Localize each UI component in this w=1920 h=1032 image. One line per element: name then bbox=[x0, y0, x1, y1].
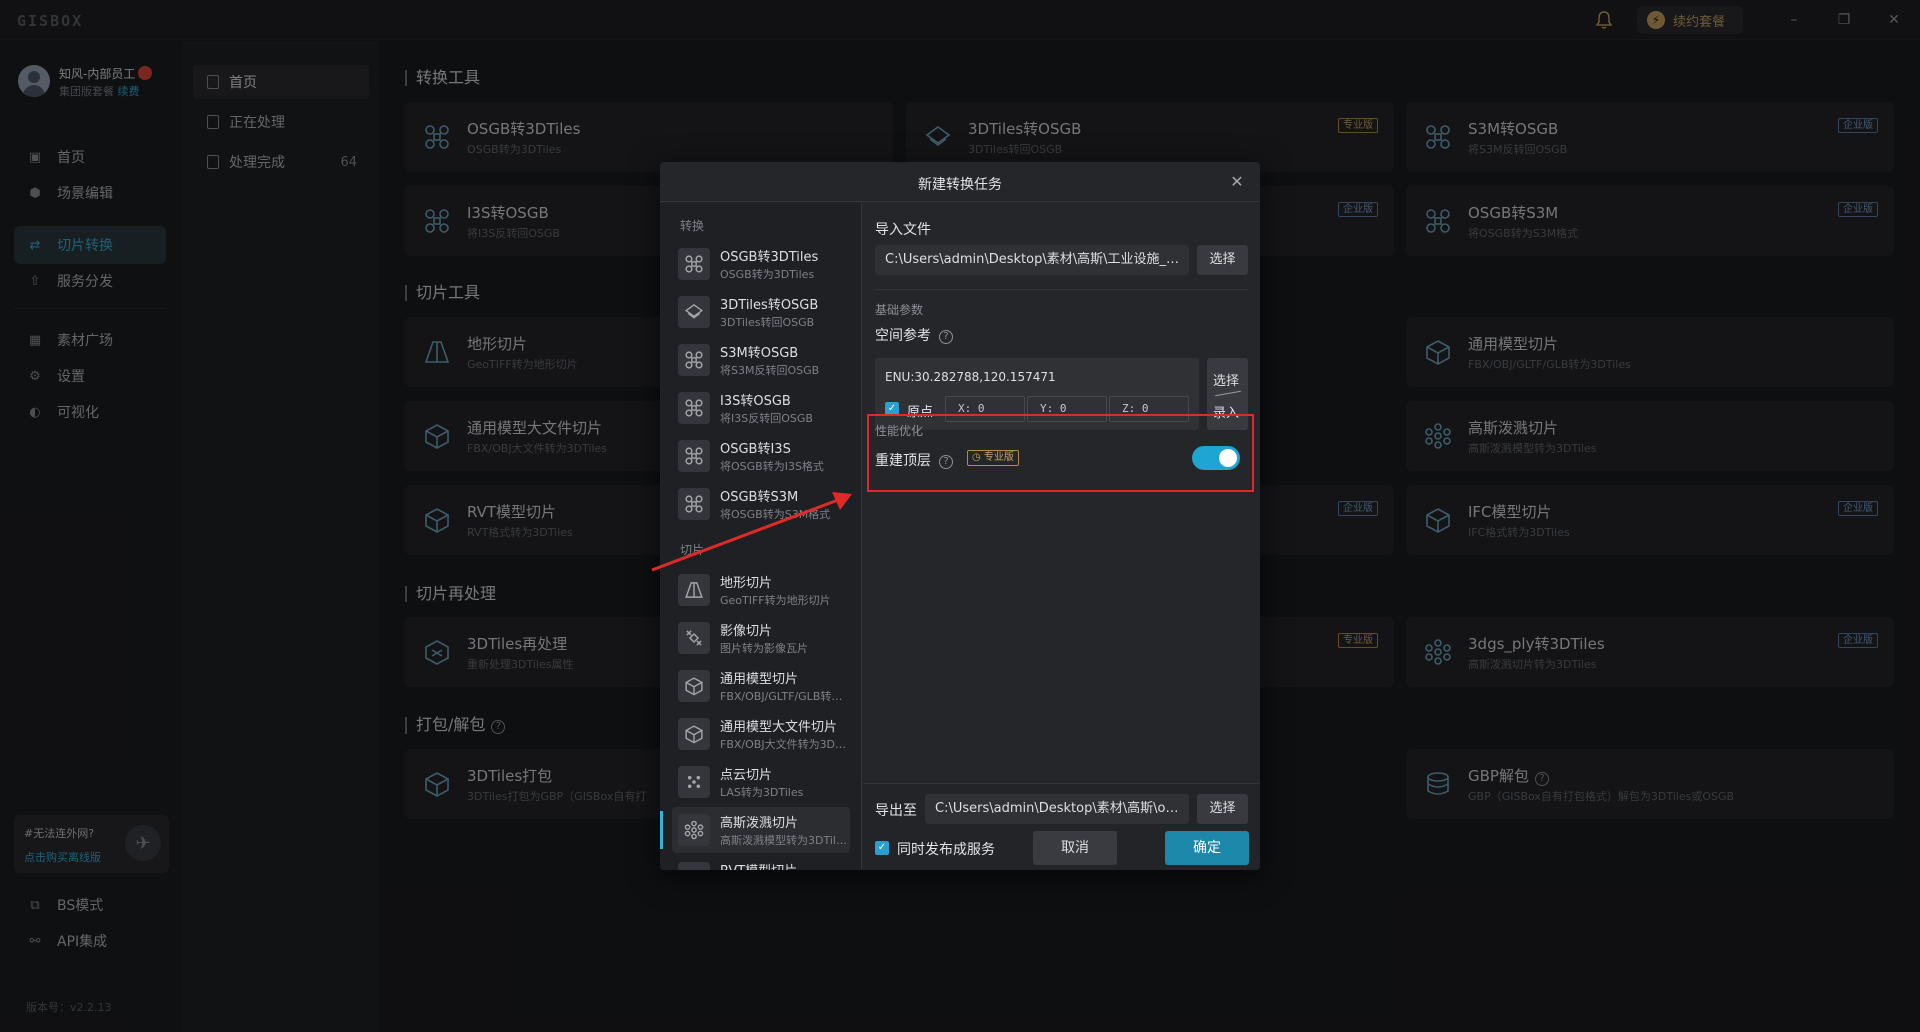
list-item-title: OSGB转I3S bbox=[720, 442, 791, 457]
import-label: 导入文件 bbox=[875, 222, 931, 238]
rebuild-top-label: 重建顶层? bbox=[875, 450, 953, 470]
export-select-button[interactable]: 选择 bbox=[1197, 794, 1248, 824]
list-item-subtitle: GeoTIFF转为地形切片 bbox=[720, 594, 831, 607]
group-label: 切片 bbox=[680, 543, 705, 557]
list-item-title: 高斯泼溅切片 bbox=[720, 816, 799, 831]
cancel-button[interactable]: 取消 bbox=[1033, 831, 1117, 865]
divider bbox=[875, 289, 1248, 290]
pro-badge: ◷ 专业版 bbox=[967, 450, 1019, 466]
dialog-footer: 导出至 C:\Users\admin\Desktop\素材\高斯\out... … bbox=[863, 783, 1260, 870]
drone-icon bbox=[678, 392, 710, 424]
dialog-header: 新建转换任务 ✕ bbox=[660, 162, 1260, 202]
list-item[interactable]: OSGB转3DTiles OSGB转为3DTiles bbox=[672, 241, 850, 287]
satellite-icon bbox=[678, 622, 710, 654]
rebuild-top-text: 重建顶层 bbox=[875, 453, 931, 469]
drone-icon bbox=[678, 488, 710, 520]
list-item-title: I3S转OSGB bbox=[720, 394, 791, 409]
drone-icon bbox=[678, 440, 710, 472]
list-item-subtitle: LAS转为3DTiles bbox=[720, 786, 804, 799]
group-label: 转换 bbox=[680, 219, 705, 233]
list-item-subtitle: 高斯泼溅模型转为3DTiles bbox=[720, 834, 848, 847]
gaussian-icon bbox=[678, 814, 710, 846]
box-icon bbox=[678, 670, 710, 702]
export-label: 导出至 bbox=[875, 803, 917, 819]
list-item-subtitle: FBX/OBJ大文件转为3DTiles bbox=[720, 738, 848, 751]
list-item[interactable]: 3DTiles转OSGB 3DTiles转回OSGB bbox=[672, 289, 850, 335]
drone-icon bbox=[678, 344, 710, 376]
confirm-button[interactable]: 确定 bbox=[1165, 831, 1249, 865]
spatial-ref-label: 空间参考? bbox=[875, 325, 953, 345]
pro-badge-text: 专业版 bbox=[983, 452, 1014, 463]
help-icon[interactable]: ? bbox=[939, 455, 953, 469]
perf-label: 性能优化 bbox=[875, 424, 924, 438]
box-icon bbox=[678, 718, 710, 750]
publish-label: 同时发布成服务 bbox=[897, 842, 995, 858]
list-item-title: S3M转OSGB bbox=[720, 346, 799, 361]
export-path-input[interactable]: C:\Users\admin\Desktop\素材\高斯\out... bbox=[925, 794, 1189, 824]
select-text: 选择 bbox=[1213, 374, 1240, 389]
new-task-dialog: 新建转换任务 ✕ 转换 OSGB转3DTiles OSGB转为3DTiles 3… bbox=[660, 162, 1260, 870]
layers-icon bbox=[678, 296, 710, 328]
list-item-title: 通用模型切片 bbox=[720, 672, 799, 687]
list-item[interactable]: 影像切片 图片转为影像瓦片 bbox=[672, 615, 850, 661]
drone-icon bbox=[678, 248, 710, 280]
slash-divider bbox=[1215, 390, 1241, 397]
list-item[interactable]: OSGB转I3S 将OSGB转为I3S格式 bbox=[672, 433, 850, 479]
list-item[interactable]: OSGB转S3M 将OSGB转为S3M格式 bbox=[672, 481, 850, 527]
dialog-title: 新建转换任务 bbox=[918, 177, 1002, 193]
list-item-subtitle: 将S3M反转回OSGB bbox=[720, 364, 820, 377]
selected-indicator bbox=[660, 811, 663, 849]
app-window: GISBOX ⚡ 续约套餐 – ❐ ✕ 知风-内部员工 集团版套餐 续费 ▣ 首页… bbox=[0, 0, 1920, 1032]
list-item-title: 地形切片 bbox=[720, 576, 773, 591]
list-item-subtitle: OSGB转为3DTiles bbox=[720, 268, 815, 281]
highlight-box: 性能优化 重建顶层? ◷ 专业版 bbox=[867, 414, 1254, 492]
clock-icon: ◷ bbox=[972, 452, 981, 463]
list-item-title: 通用模型大文件切片 bbox=[720, 720, 838, 735]
list-item-subtitle: 将OSGB转为S3M格式 bbox=[720, 508, 831, 521]
list-item[interactable]: 通用模型切片 FBX/OBJ/GLTF/GLB转为3DTiles bbox=[672, 663, 850, 709]
list-item-subtitle: 3DTiles转回OSGB bbox=[720, 316, 815, 329]
box-icon bbox=[678, 862, 710, 870]
import-path-input[interactable]: C:\Users\admin\Desktop\素材\高斯\工业设施_1... bbox=[875, 245, 1189, 275]
list-item-title: RVT模型切片 bbox=[720, 860, 797, 870]
enu-value: ENU:30.282788,120.157471 bbox=[885, 370, 1056, 384]
list-item-subtitle: 图片转为影像瓦片 bbox=[720, 642, 808, 655]
point-cloud-icon bbox=[678, 766, 710, 798]
list-item-subtitle: 将I3S反转回OSGB bbox=[720, 412, 813, 425]
dialog-form: 导入文件 C:\Users\admin\Desktop\素材\高斯\工业设施_1… bbox=[863, 203, 1260, 870]
import-select-button[interactable]: 选择 bbox=[1197, 245, 1248, 275]
close-icon[interactable]: ✕ bbox=[1228, 172, 1246, 191]
terrain-icon bbox=[678, 574, 710, 606]
list-item[interactable]: RVT模型切片 bbox=[672, 855, 850, 870]
list-item[interactable]: I3S转OSGB 将I3S反转回OSGB bbox=[672, 385, 850, 431]
publish-checkbox[interactable]: ✓ bbox=[875, 841, 889, 855]
list-item[interactable]: 通用模型大文件切片 FBX/OBJ大文件转为3DTiles bbox=[672, 711, 850, 757]
help-icon[interactable]: ? bbox=[939, 330, 953, 344]
list-item-subtitle: 将OSGB转为I3S格式 bbox=[720, 460, 824, 473]
basic-params-label: 基础参数 bbox=[875, 303, 924, 317]
list-item-title: 影像切片 bbox=[720, 624, 773, 639]
toggle-knob bbox=[1219, 449, 1237, 467]
list-item[interactable]: 点云切片 LAS转为3DTiles bbox=[672, 759, 850, 805]
list-item[interactable]: 地形切片 GeoTIFF转为地形切片 bbox=[672, 567, 850, 613]
task-type-list: 转换 OSGB转3DTiles OSGB转为3DTiles 3DTiles转OS… bbox=[660, 203, 862, 870]
list-item-title: OSGB转S3M bbox=[720, 490, 799, 505]
rebuild-top-toggle[interactable] bbox=[1192, 446, 1240, 470]
list-item-selected[interactable]: 高斯泼溅切片 高斯泼溅模型转为3DTiles bbox=[660, 807, 850, 853]
list-item[interactable]: S3M转OSGB 将S3M反转回OSGB bbox=[672, 337, 850, 383]
list-item-title: 3DTiles转OSGB bbox=[720, 298, 819, 313]
spatial-ref-text: 空间参考 bbox=[875, 328, 931, 344]
list-item-subtitle: FBX/OBJ/GLTF/GLB转为3DTiles bbox=[720, 690, 848, 703]
list-item-title: 点云切片 bbox=[720, 768, 773, 783]
list-item-title: OSGB转3DTiles bbox=[720, 250, 819, 265]
